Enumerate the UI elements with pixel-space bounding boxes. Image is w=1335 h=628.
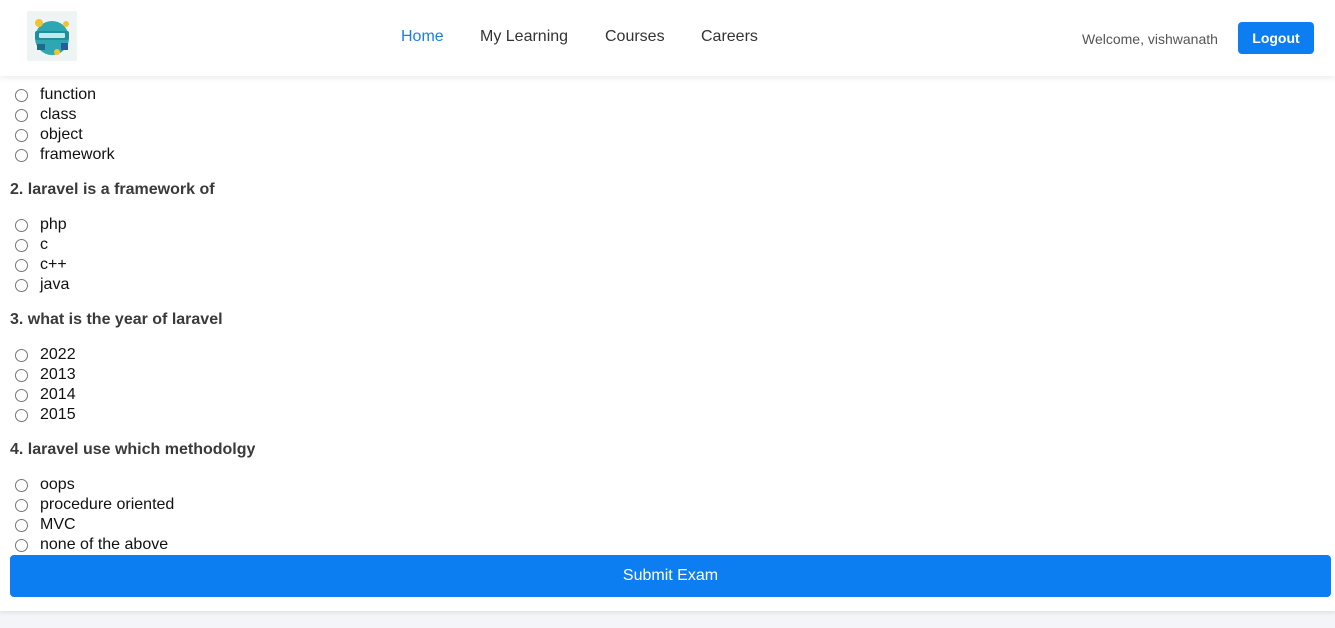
option-row: java bbox=[15, 275, 69, 295]
option-row: function bbox=[15, 85, 96, 105]
option-label: function bbox=[40, 86, 97, 103]
option-row: 2015 bbox=[15, 405, 76, 425]
option-label: MVC bbox=[40, 516, 76, 533]
radio-q2-option-4[interactable] bbox=[15, 278, 28, 292]
option-label: class bbox=[40, 106, 77, 123]
option-row: oops bbox=[15, 475, 75, 495]
radio-q4-option-2[interactable] bbox=[15, 498, 28, 512]
radio-q1-option-3[interactable] bbox=[15, 128, 28, 142]
radio-q1-option-4[interactable] bbox=[15, 148, 28, 162]
option-label: c++ bbox=[40, 256, 67, 273]
option-row: 2022 bbox=[15, 345, 76, 365]
option-label: c bbox=[40, 236, 48, 253]
option-label: 2022 bbox=[40, 346, 76, 363]
radio-q1-option-2[interactable] bbox=[15, 108, 28, 122]
radio-q2-option-1[interactable] bbox=[15, 218, 28, 232]
option-label: procedure oriented bbox=[40, 496, 175, 513]
option-row: class bbox=[15, 105, 76, 125]
option-label: object bbox=[40, 126, 83, 143]
radio-q3-option-4[interactable] bbox=[15, 408, 28, 422]
radio-q1-option-1[interactable] bbox=[15, 88, 28, 102]
option-label: php bbox=[40, 216, 67, 233]
option-row: none of the above bbox=[15, 535, 168, 555]
nav-link-courses[interactable]: Courses bbox=[605, 28, 665, 46]
option-label: 2015 bbox=[40, 406, 76, 423]
submit-exam-button[interactable]: Submit Exam bbox=[10, 555, 1331, 597]
welcome-text: Welcome, vishwanath bbox=[1082, 31, 1218, 47]
radio-q2-option-2[interactable] bbox=[15, 238, 28, 252]
option-label: 2013 bbox=[40, 366, 76, 383]
option-row: MVC bbox=[15, 515, 76, 535]
radio-q4-option-4[interactable] bbox=[15, 538, 28, 552]
radio-q4-option-3[interactable] bbox=[15, 518, 28, 532]
nav-link-my-learning[interactable]: My Learning bbox=[480, 28, 568, 46]
radio-q3-option-3[interactable] bbox=[15, 388, 28, 402]
exam-form: function class object framework 2. larav… bbox=[0, 76, 1335, 611]
navbar: Home My Learning Courses Careers Welcome… bbox=[0, 0, 1335, 76]
option-row: 2014 bbox=[15, 385, 76, 405]
option-label: framework bbox=[40, 146, 115, 163]
e-learning-logo[interactable] bbox=[27, 11, 77, 61]
option-row: 2013 bbox=[15, 365, 76, 385]
option-row: c bbox=[15, 235, 48, 255]
nav-link-home[interactable]: Home bbox=[401, 28, 444, 46]
question-title: 3. what is the year of laravel bbox=[10, 311, 223, 328]
option-label: java bbox=[40, 276, 70, 293]
question-title: 4. laravel use which methodolgy bbox=[10, 441, 256, 458]
option-label: none of the above bbox=[40, 536, 169, 553]
radio-q3-option-1[interactable] bbox=[15, 348, 28, 362]
logout-button[interactable]: Logout bbox=[1238, 22, 1314, 54]
question-title: 2. laravel is a framework of bbox=[10, 181, 215, 198]
radio-q2-option-3[interactable] bbox=[15, 258, 28, 272]
option-label: 2014 bbox=[40, 386, 76, 403]
radio-q4-option-1[interactable] bbox=[15, 478, 28, 492]
nav-link-careers[interactable]: Careers bbox=[701, 28, 758, 46]
radio-q3-option-2[interactable] bbox=[15, 368, 28, 382]
option-row: procedure oriented bbox=[15, 495, 174, 515]
option-row: framework bbox=[15, 145, 115, 165]
option-row: object bbox=[15, 125, 83, 145]
option-label: oops bbox=[40, 476, 75, 493]
option-row: php bbox=[15, 215, 67, 235]
option-row: c++ bbox=[15, 255, 67, 275]
